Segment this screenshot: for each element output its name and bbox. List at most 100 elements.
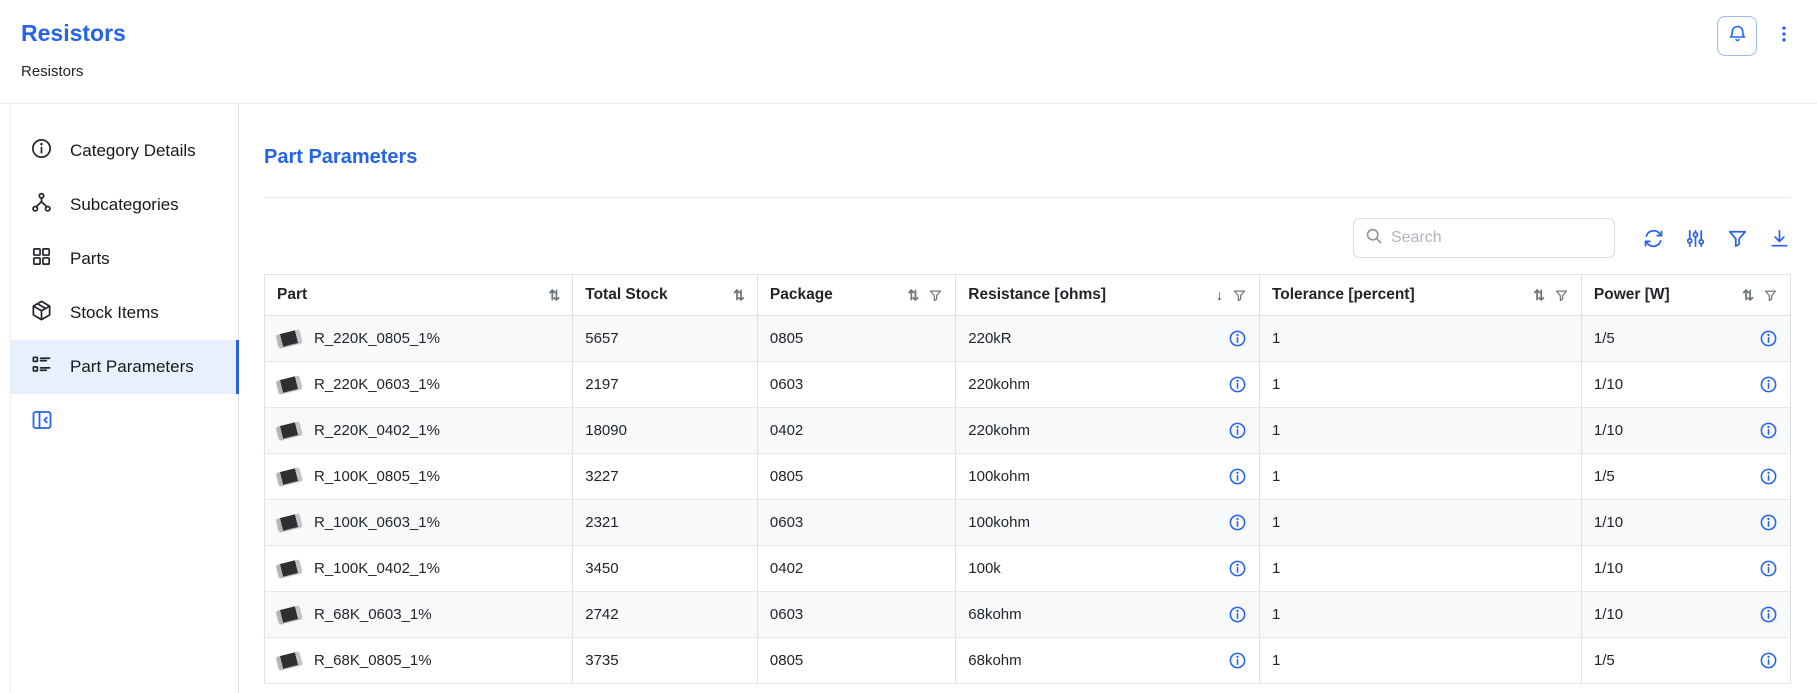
table-row[interactable]: R_100K_0402_1% 3450 0402 100k 1 1/10 — [265, 546, 1791, 592]
part-cell: R_68K_0603_1% — [265, 592, 573, 638]
power-value: 1/10 — [1594, 514, 1623, 531]
table-row[interactable]: R_68K_0603_1% 2742 0603 68kohm 1 1/10 — [265, 592, 1791, 638]
sidebar-item-parts[interactable]: Parts — [11, 232, 238, 286]
sort-icon[interactable]: ⇅ — [1533, 287, 1545, 304]
part-cell: R_68K_0805_1% — [265, 638, 573, 684]
info-icon[interactable] — [1228, 651, 1247, 670]
column-filter-icon[interactable] — [1554, 288, 1569, 303]
info-icon[interactable] — [1228, 329, 1247, 348]
power-value: 1/10 — [1594, 606, 1623, 623]
download-icon[interactable] — [1768, 227, 1791, 250]
column-header-package[interactable]: Package ⇅ — [757, 275, 955, 316]
info-icon[interactable] — [1759, 375, 1778, 394]
sidebar-item-part-parameters[interactable]: Part Parameters — [11, 340, 239, 394]
total-stock-cell: 18090 — [573, 408, 758, 454]
power-cell: 1/5 — [1581, 316, 1790, 362]
info-icon[interactable] — [1759, 467, 1778, 486]
info-icon[interactable] — [1759, 329, 1778, 348]
info-icon[interactable] — [1228, 467, 1247, 486]
column-filter-icon[interactable] — [1763, 288, 1778, 303]
resistance-value: 220kohm — [968, 376, 1030, 393]
table-row[interactable]: R_68K_0805_1% 3735 0805 68kohm 1 1/5 — [265, 638, 1791, 684]
sidebar-item-label: Parts — [70, 249, 110, 269]
filter-icon[interactable] — [1726, 227, 1749, 250]
power-cell: 1/10 — [1581, 362, 1790, 408]
resistance-cell: 220kohm — [956, 362, 1260, 408]
notifications-button[interactable] — [1717, 16, 1757, 56]
column-filter-icon[interactable] — [928, 288, 943, 303]
sidebar-item-label: Subcategories — [70, 195, 179, 215]
info-icon[interactable] — [1759, 513, 1778, 532]
power-cell: 1/5 — [1581, 638, 1790, 684]
total-stock-cell: 2197 — [573, 362, 758, 408]
part-name: R_220K_0603_1% — [314, 376, 440, 393]
column-filter-icon[interactable] — [1232, 288, 1247, 303]
power-cell: 1/5 — [1581, 454, 1790, 500]
sort-icon[interactable]: ⇅ — [908, 287, 920, 304]
part-thumbnail — [276, 605, 302, 623]
resistance-value: 100kohm — [968, 514, 1030, 531]
resistance-cell: 100kohm — [956, 454, 1260, 500]
table-row[interactable]: R_220K_0805_1% 5657 0805 220kR 1 1/5 — [265, 316, 1791, 362]
package-cell: 0402 — [757, 546, 955, 592]
main-panel: Part Parameters — [239, 104, 1817, 693]
sort-desc-icon[interactable]: ↓ — [1216, 287, 1223, 303]
resistance-value: 220kohm — [968, 422, 1030, 439]
resistance-value: 100kohm — [968, 468, 1030, 485]
info-icon[interactable] — [1228, 559, 1247, 578]
section-title: Part Parameters — [264, 146, 1791, 169]
table-row[interactable]: R_100K_0603_1% 2321 0603 100kohm 1 1/10 — [265, 500, 1791, 546]
search-input[interactable] — [1391, 229, 1604, 247]
sidebar-item-category-details[interactable]: Category Details — [11, 124, 238, 178]
info-icon[interactable] — [1228, 421, 1247, 440]
info-icon[interactable] — [1228, 513, 1247, 532]
sidebar-item-stock-items[interactable]: Stock Items — [11, 286, 238, 340]
sidebar-item-subcategories[interactable]: Subcategories — [11, 178, 238, 232]
collapse-sidebar-icon[interactable] — [30, 408, 54, 432]
info-icon[interactable] — [1228, 375, 1247, 394]
part-name: R_100K_0805_1% — [314, 468, 440, 485]
power-value: 1/10 — [1594, 422, 1623, 439]
column-header-part[interactable]: Part ⇅ — [265, 275, 573, 316]
package-cell: 0805 — [757, 454, 955, 500]
power-cell: 1/10 — [1581, 592, 1790, 638]
column-header-power[interactable]: Power [W] ⇅ — [1581, 275, 1790, 316]
resistance-cell: 220kohm — [956, 408, 1260, 454]
column-header-total-stock[interactable]: Total Stock ⇅ — [573, 275, 758, 316]
refresh-icon[interactable] — [1642, 227, 1665, 250]
sidebar-item-label: Stock Items — [70, 303, 159, 323]
resistance-value: 220kR — [968, 330, 1011, 347]
resistance-value: 68kohm — [968, 652, 1021, 669]
info-icon[interactable] — [1759, 651, 1778, 670]
info-icon[interactable] — [1759, 559, 1778, 578]
sort-icon[interactable]: ⇅ — [733, 287, 745, 304]
resistance-cell: 100kohm — [956, 500, 1260, 546]
resistance-cell: 220kR — [956, 316, 1260, 362]
part-name: R_100K_0402_1% — [314, 560, 440, 577]
sort-icon[interactable]: ⇅ — [549, 287, 561, 304]
part-thumbnail — [276, 559, 302, 577]
total-stock-cell: 2742 — [573, 592, 758, 638]
resistance-value: 68kohm — [968, 606, 1021, 623]
info-icon[interactable] — [1228, 605, 1247, 624]
info-icon[interactable] — [1759, 605, 1778, 624]
info-icon[interactable] — [1759, 421, 1778, 440]
tolerance-cell: 1 — [1259, 362, 1581, 408]
table-row[interactable]: R_100K_0805_1% 3227 0805 100kohm 1 1/5 — [265, 454, 1791, 500]
table-row[interactable]: R_220K_0603_1% 2197 0603 220kohm 1 1/10 — [265, 362, 1791, 408]
overflow-menu-button[interactable] — [1773, 22, 1795, 50]
sidebar-item-label: Category Details — [70, 141, 196, 161]
power-cell: 1/10 — [1581, 546, 1790, 592]
column-header-resistance[interactable]: Resistance [ohms] ↓ — [956, 275, 1260, 316]
total-stock-cell: 5657 — [573, 316, 758, 362]
total-stock-cell: 3735 — [573, 638, 758, 684]
app-header: Resistors Resistors — [0, 0, 1817, 104]
package-cell: 0603 — [757, 500, 955, 546]
column-header-tolerance[interactable]: Tolerance [percent] ⇅ — [1259, 275, 1581, 316]
table-row[interactable]: R_220K_0402_1% 18090 0402 220kohm 1 1/10 — [265, 408, 1791, 454]
part-thumbnail — [276, 651, 302, 669]
resistance-cell: 100k — [956, 546, 1260, 592]
column-settings-icon[interactable] — [1684, 227, 1707, 250]
sort-icon[interactable]: ⇅ — [1742, 287, 1754, 304]
part-thumbnail — [276, 375, 302, 393]
